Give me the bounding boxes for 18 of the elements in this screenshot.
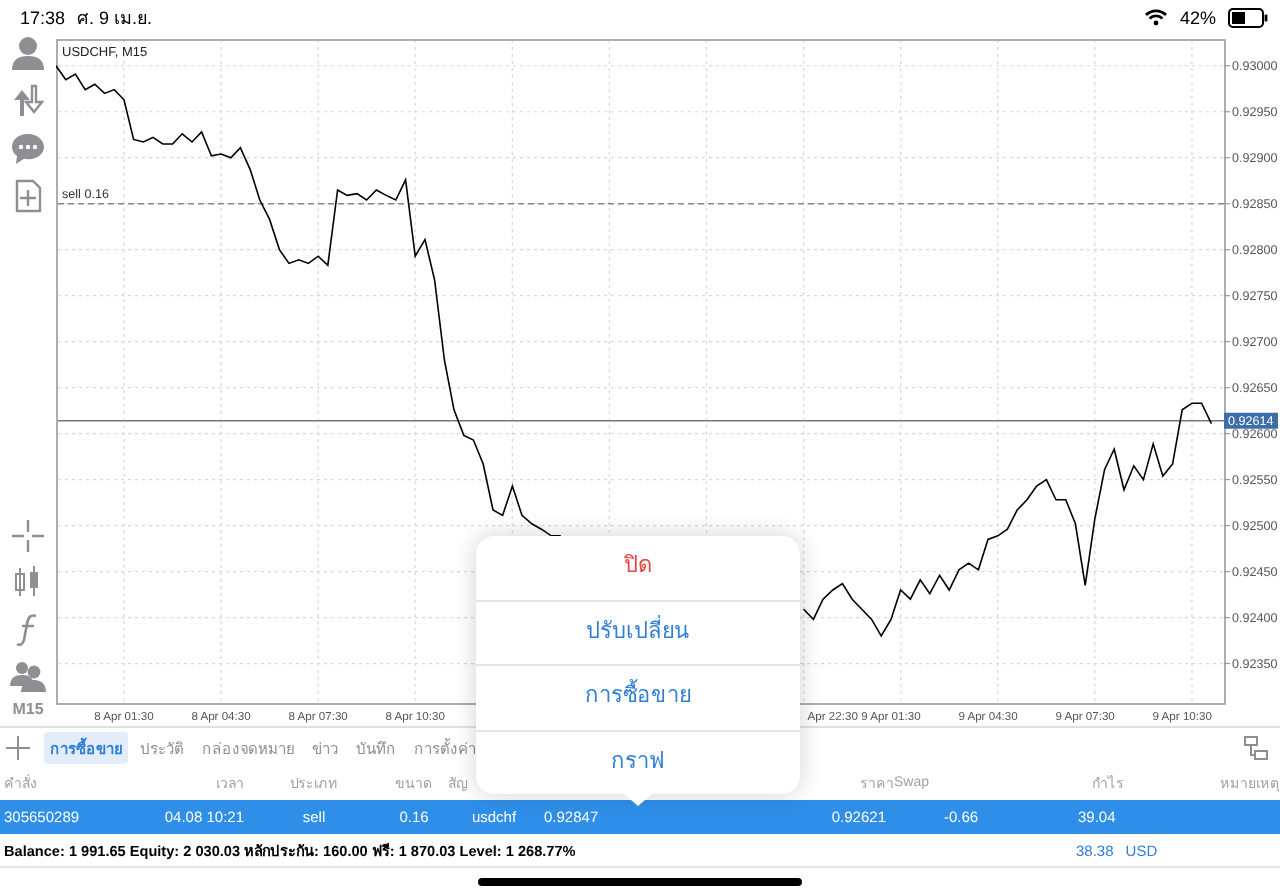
status-date: ศ. 9 เม.ย. — [77, 5, 153, 31]
crosshair-icon[interactable] — [10, 518, 46, 554]
chat-bubble-icon[interactable] — [10, 130, 46, 166]
battery-icon — [1228, 7, 1268, 27]
up-down-arrows-icon[interactable] — [10, 82, 46, 118]
menu-item[interactable]: การซื้อขาย — [476, 664, 800, 729]
clock-time: 17:38 — [20, 7, 66, 27]
plus-icon[interactable] — [6, 736, 30, 760]
menu-item[interactable]: กราฟ — [476, 729, 800, 794]
menu-item[interactable]: ปรับเปลี่ยน — [476, 599, 800, 664]
timeframe-button[interactable]: M15 — [12, 700, 44, 718]
menu-item[interactable]: ปิด — [476, 536, 800, 599]
battery-percent: 42% — [1179, 7, 1216, 27]
people-icon[interactable] — [10, 656, 46, 692]
wifi-icon — [1143, 8, 1168, 26]
document-plus-icon[interactable] — [10, 178, 46, 214]
person-icon[interactable] — [10, 34, 46, 70]
layout-icon[interactable] — [1244, 735, 1268, 759]
